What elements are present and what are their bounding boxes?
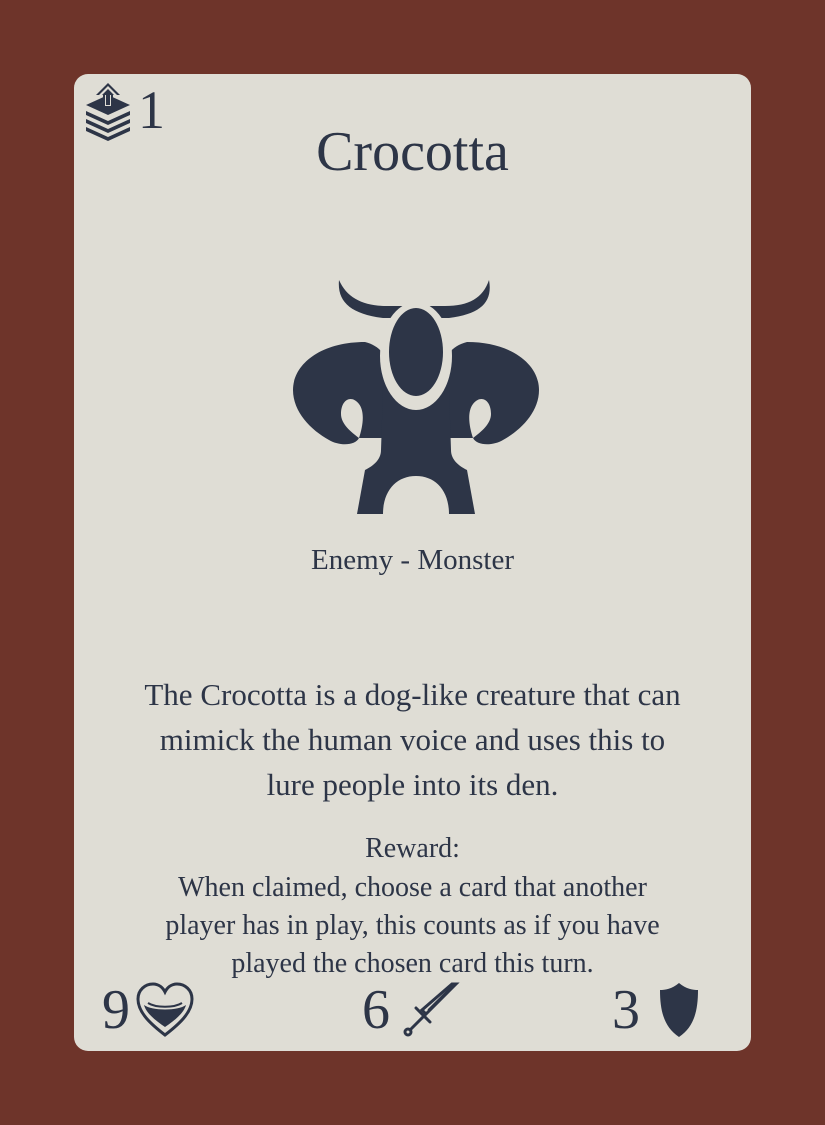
reward-line: player has in play, this counts as if yo… <box>165 910 660 941</box>
sword-icon <box>403 982 460 1037</box>
reward-line: When claimed, choose a card that another <box>178 872 647 903</box>
card-title: Crocotta <box>316 121 509 183</box>
game-card[interactable]: 1 Crocotta Enemy - Monster The Crocotta … <box>74 74 751 1051</box>
attack-stat: 6 <box>362 978 460 1042</box>
shield-icon <box>660 983 698 1037</box>
horned-monster-icon <box>293 280 539 514</box>
reward-title: Reward: <box>365 833 460 864</box>
heart-icon <box>136 982 194 1037</box>
flavor-text: The Crocotta is a dog-like creature that… <box>94 672 731 807</box>
health-stat: 9 <box>102 978 196 1042</box>
defense-stat: 3 <box>612 978 700 1042</box>
flavor-line: The Crocotta is a dog-like creature that… <box>144 677 681 712</box>
health-value: 9 <box>102 979 130 1041</box>
type-line: Enemy - Monster <box>311 544 514 576</box>
flavor-line: mimick the human voice and uses this to <box>159 722 666 757</box>
reward-text: When claimed, choose a card that another… <box>114 869 711 983</box>
defense-value: 3 <box>612 979 640 1041</box>
flavor-line: lure people into its den. <box>266 767 559 802</box>
attack-value: 6 <box>362 979 390 1041</box>
